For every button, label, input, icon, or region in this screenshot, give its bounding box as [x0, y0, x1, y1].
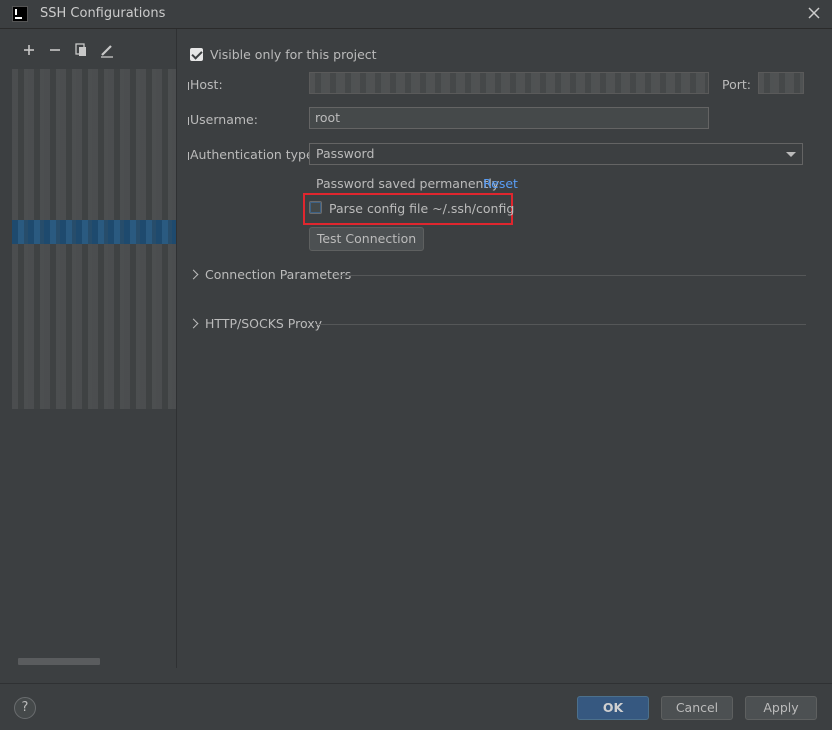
visible-only-checkbox[interactable] — [190, 48, 203, 61]
chevron-down-icon — [786, 152, 796, 157]
section-connection-parameters[interactable]: Connection Parameters — [205, 267, 351, 282]
host-input[interactable] — [309, 72, 709, 94]
label-marker — [188, 152, 189, 160]
cancel-button[interactable]: Cancel — [661, 696, 733, 720]
title-bar: SSH Configurations — [0, 0, 832, 29]
chevron-right-icon[interactable] — [188, 318, 199, 329]
copy-icon — [75, 43, 86, 56]
section-divider — [316, 324, 806, 325]
username-label: Username: — [190, 112, 258, 127]
remove-button[interactable] — [47, 42, 63, 58]
label-marker — [188, 82, 189, 90]
auth-type-value: Password — [316, 146, 375, 161]
help-button[interactable]: ? — [14, 697, 36, 719]
copy-button[interactable] — [73, 42, 89, 58]
password-saved-text: Password saved permanently — [316, 176, 500, 191]
username-input[interactable]: root — [309, 107, 709, 129]
plus-icon — [24, 45, 34, 55]
pencil-icon — [101, 45, 113, 58]
section-divider — [336, 275, 806, 276]
parse-config-label: Parse config file ~/.ssh/config — [329, 201, 515, 216]
label-marker — [188, 117, 189, 125]
edit-button[interactable] — [99, 42, 115, 58]
host-label: Host: — [190, 77, 223, 92]
horizontal-scrollbar[interactable] — [18, 658, 100, 665]
app-logo-icon — [12, 6, 28, 22]
ok-button[interactable]: OK — [577, 696, 649, 720]
chevron-right-icon[interactable] — [188, 269, 199, 280]
footer-divider — [0, 683, 832, 684]
section-proxy[interactable]: HTTP/SOCKS Proxy — [205, 316, 322, 331]
add-button[interactable] — [21, 42, 37, 58]
auth-type-label: Authentication type: — [190, 147, 318, 162]
auth-type-select[interactable]: Password — [309, 143, 803, 165]
configurations-panel — [0, 29, 177, 668]
test-connection-button[interactable]: Test Connection — [309, 227, 424, 251]
reset-link[interactable]: Reset — [483, 176, 518, 191]
window-title: SSH Configurations — [40, 6, 166, 21]
parse-config-checkbox[interactable] — [309, 201, 322, 214]
list-item-selected[interactable] — [12, 220, 176, 244]
minus-icon — [50, 49, 60, 51]
visible-only-label: Visible only for this project — [210, 47, 377, 62]
port-label: Port: — [722, 77, 751, 92]
apply-button[interactable]: Apply — [745, 696, 817, 720]
port-input[interactable] — [758, 72, 804, 94]
close-icon — [808, 7, 820, 19]
close-button[interactable] — [804, 3, 824, 23]
